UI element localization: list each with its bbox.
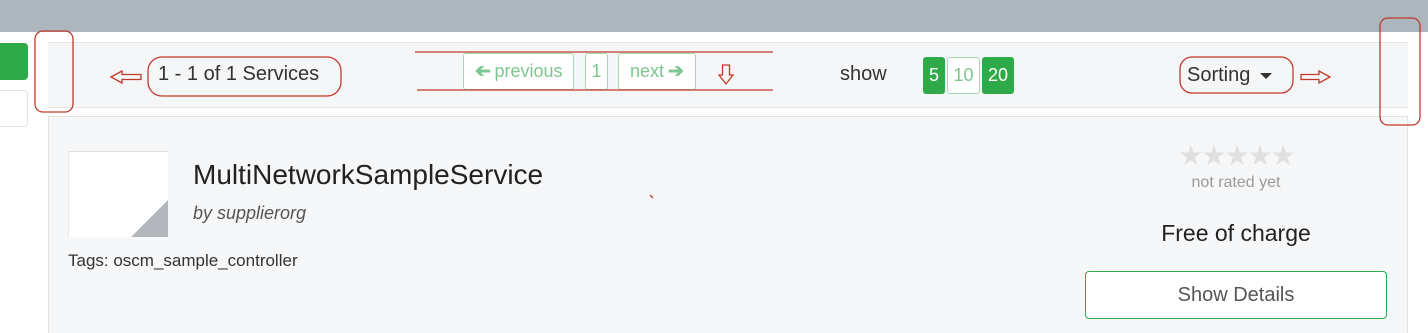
arrow-right-annotation-icon [1300,69,1332,85]
annotation-sort-highlight [1179,56,1294,94]
annotation-overlay [34,17,1421,199]
annotation-count-highlight [147,56,342,97]
annotation-left-highlight [34,30,74,113]
arrow-left-annotation-icon [109,69,142,85]
annotation-right-highlight [1379,17,1421,126]
annotation-tick [649,194,654,199]
arrow-down-annotation-icon [717,64,735,86]
